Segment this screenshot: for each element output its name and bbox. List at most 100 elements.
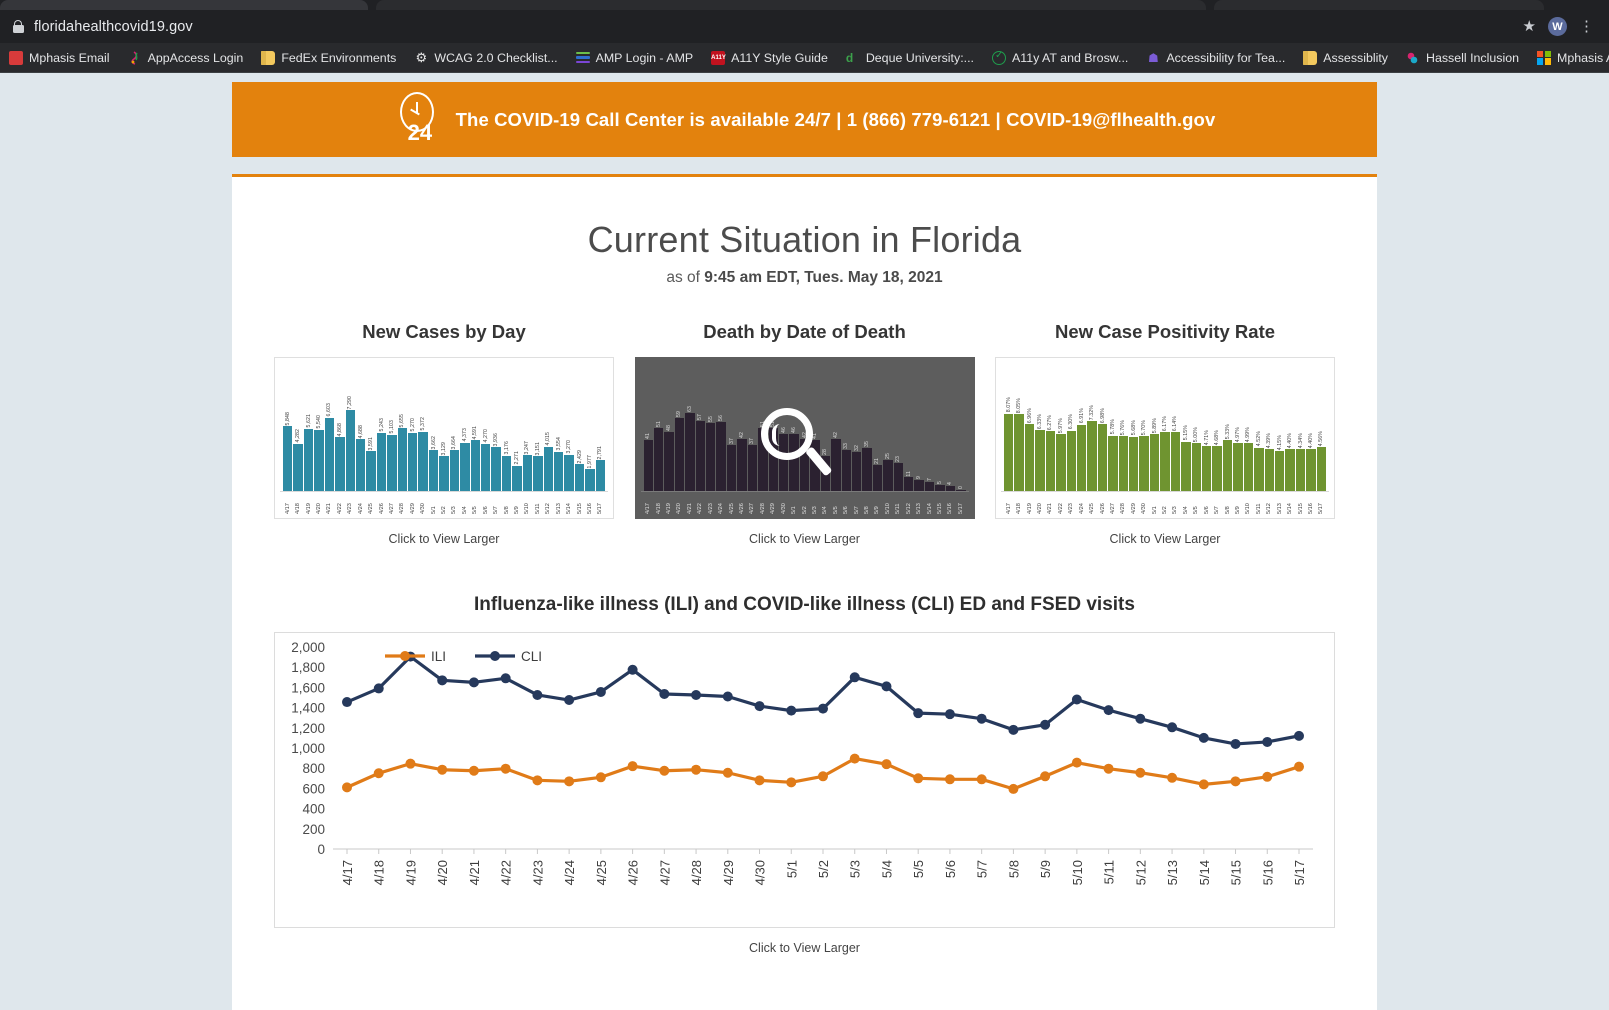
- browser-menu-icon[interactable]: ⋮: [1579, 19, 1594, 34]
- x-tick: 5/11: [894, 494, 903, 514]
- bar-series-new-cases: 5,848 4,282 5,621 5,540 6,603 4,868 7,290 4,688…: [280, 364, 608, 492]
- chart-canvas-new-cases[interactable]: 5,848 4,282 5,621 5,540 6,603 4,868 7,290 4,688…: [274, 357, 614, 519]
- data-point: [595, 772, 606, 783]
- bar-value-label: 2,429: [576, 449, 583, 464]
- x-tick: 5/15: [935, 494, 944, 514]
- data-point: [1167, 772, 1178, 783]
- x-tick-label: 4/22: [499, 860, 514, 885]
- browser-tab-2[interactable]: [376, 0, 1206, 10]
- data-point: [342, 782, 352, 793]
- bar-rect: [491, 447, 501, 491]
- bar-value-label: 3,591: [368, 436, 375, 451]
- bar-value-label: 5,655: [399, 413, 406, 428]
- bookmark-appaccess-login[interactable]: AppAccess Login: [119, 48, 253, 68]
- view-larger-caption[interactable]: Click to View Larger: [635, 532, 975, 546]
- x-tick-label: 5/3: [848, 860, 863, 878]
- view-larger-caption[interactable]: Click to View Larger: [274, 532, 614, 546]
- bar-rect: [418, 431, 428, 491]
- x-tick: 5/3: [450, 494, 459, 514]
- bar-item: 5,243: [376, 364, 387, 491]
- bookmark-wcag-checklist[interactable]: ⚙ WCAG 2.0 Checklist...: [405, 48, 566, 68]
- x-tick: 5/9: [512, 494, 521, 514]
- x-tick: 4/24: [1077, 494, 1086, 514]
- bookmark-hassell-inclusion[interactable]: Hassell Inclusion: [1397, 48, 1528, 68]
- bar-item: 5.97%: [1056, 364, 1066, 491]
- x-tick: 5/11: [533, 494, 542, 514]
- x-tick: 4/26: [737, 494, 746, 514]
- x-tick-label: 5/3: [451, 506, 458, 514]
- data-point: [1230, 776, 1241, 787]
- bar-value-label: 4.40%: [1307, 432, 1314, 448]
- as-of-value: 9:45 am EDT, Tues. May 18, 2021: [704, 269, 943, 286]
- x-tick: 5/1: [789, 494, 798, 514]
- bar-rect: [1149, 434, 1160, 491]
- browser-tab-3[interactable]: [1214, 0, 1544, 10]
- x-tick: 5/12: [544, 494, 553, 514]
- x-tick-label: 5/9: [513, 506, 520, 514]
- view-larger-caption[interactable]: Click to View Larger: [995, 532, 1335, 546]
- data-point: [627, 761, 638, 772]
- bookmark-assessiblity[interactable]: Assessiblity: [1294, 48, 1397, 68]
- bookmark-mphasis-attendance[interactable]: Mphasis Attendance: [1528, 48, 1609, 68]
- x-tick: 4/25: [1087, 494, 1096, 514]
- bookmark-a11y-at-browsers[interactable]: A11y AT and Brosw...: [983, 48, 1137, 68]
- x-tick-label: 4/17: [284, 503, 291, 514]
- chart-canvas-deaths[interactable]: 41 51 48 59 63 57 55 56 37 42 37 51 51 46 46 42 41 28 42 33…: [634, 357, 975, 519]
- bar-value-label: 51: [655, 421, 662, 428]
- x-tick-label: 4/20: [315, 503, 322, 514]
- bookmark-label: AMP Login - AMP: [595, 50, 694, 65]
- bar-value-label: 56: [718, 414, 725, 421]
- bar-rect: [914, 479, 924, 491]
- bar-item: 4,270: [481, 364, 491, 491]
- bar-value-label: 28: [822, 449, 829, 456]
- bookmark-accessibility-for-teams[interactable]: ☗ Accessibility for Tea...: [1137, 48, 1294, 68]
- bar-value-label: 57: [697, 413, 704, 420]
- bookmark-amp-login[interactable]: AMP Login - AMP: [567, 48, 703, 68]
- bar-value-label: 4: [947, 482, 954, 486]
- x-tick: 4/18: [293, 494, 302, 514]
- bar-item: 3,176: [501, 364, 512, 491]
- profile-avatar[interactable]: W: [1548, 17, 1567, 36]
- bar-value-label: 41: [645, 433, 652, 440]
- clock-24-icon: 24: [394, 91, 440, 148]
- x-tick: 4/30: [418, 494, 427, 514]
- bookmark-deque-university[interactable]: d Deque University:...: [837, 48, 983, 68]
- bar-value-label: 42: [739, 432, 745, 439]
- bar-value-label: 5,848: [284, 411, 291, 426]
- bar-item: 2,429: [574, 364, 585, 491]
- x-tick-label: 5/7: [493, 506, 500, 514]
- address-bar[interactable]: floridahealthcovid19.gov ★ W ⋮: [0, 10, 1609, 43]
- bar-item: 5,655: [397, 364, 408, 491]
- data-point: [881, 681, 892, 692]
- x-tick: 5/14: [925, 494, 934, 514]
- bar-rect: [778, 434, 789, 491]
- x-tick: 5/2: [800, 494, 809, 514]
- chart-title: Influenza-like illness (ILI) and COVID-l…: [474, 594, 1135, 615]
- browser-tab-active[interactable]: [0, 0, 368, 10]
- chart-canvas-ili-cli[interactable]: 0 200 400 600 800 1,000 1,200 1,400 1,600 1,800 2,…: [274, 632, 1335, 928]
- x-tick: 4/20: [675, 494, 684, 514]
- bar-value-label: 6.14%: [1172, 415, 1179, 432]
- x-tick-label: 5/12: [1266, 503, 1273, 514]
- bookmark-mphasis-email[interactable]: Mphasis Email: [0, 48, 119, 68]
- x-tick-label: 4/25: [728, 503, 735, 514]
- view-larger-caption[interactable]: Click to View Larger: [274, 941, 1335, 955]
- bar-value-label: 3,936: [493, 432, 500, 447]
- data-point: [849, 672, 860, 683]
- bar-rect: [1139, 436, 1149, 491]
- x-tick: 5/9: [1233, 494, 1242, 514]
- x-tick: 4/28: [758, 494, 767, 514]
- bar-item: 5,621: [303, 364, 314, 491]
- x-tick-label: 4/20: [435, 860, 450, 885]
- x-tick: 5/10: [883, 494, 892, 514]
- bookmark-a11y-style-guide[interactable]: A11Y A11Y Style Guide: [702, 48, 837, 68]
- small-charts-row: New Cases by Day 5,848 4,282 5,621 5,540 6,6…: [254, 321, 1355, 546]
- x-tick: 5/2: [439, 494, 448, 514]
- y-tick-label: 1,600: [291, 680, 325, 695]
- bookmark-fedex-environments[interactable]: FedEx Environments: [252, 48, 405, 68]
- chart-canvas-positivity[interactable]: 8.07% 8.05% 6.96% 6.33% 6.27% 5.97% 6.30% 6.91%…: [995, 357, 1335, 519]
- data-point: [1008, 724, 1019, 735]
- bookmark-star-icon[interactable]: ★: [1523, 19, 1536, 34]
- x-tick-label: 5/14: [926, 503, 933, 514]
- bar-value-label: 3,176: [503, 441, 510, 455]
